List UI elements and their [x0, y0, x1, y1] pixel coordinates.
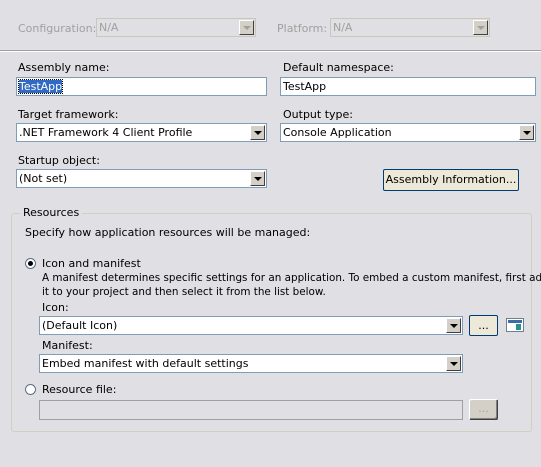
default-namespace-field[interactable]: TestApp [280, 77, 536, 96]
startup-object-label: Startup object: [18, 154, 100, 167]
chevron-down-icon [254, 177, 262, 181]
platform-dropdown[interactable]: N/A [330, 18, 490, 37]
chevron-down-icon [450, 324, 458, 328]
icon-and-manifest-radio[interactable] [25, 258, 36, 269]
output-type-label: Output type: [283, 108, 353, 121]
target-framework-dropdown-button[interactable] [250, 125, 265, 140]
header-separator [0, 50, 541, 52]
target-framework-label: Target framework: [18, 108, 119, 121]
resources-description: Specify how application resources will b… [25, 226, 311, 239]
assembly-name-value: TestApp [17, 79, 64, 94]
icon-and-manifest-label[interactable]: Icon and manifest [42, 257, 141, 270]
platform-value: N/A [333, 21, 353, 34]
resource-file-browse-button[interactable]: ... [469, 399, 498, 420]
default-namespace-label: Default namespace: [283, 61, 394, 74]
manifest-dropdown[interactable]: Embed manifest with default settings [39, 354, 463, 373]
manifest-dropdown-button[interactable] [446, 356, 461, 371]
configuration-dropdown[interactable]: N/A [96, 18, 256, 37]
resources-legend: Resources [20, 206, 83, 219]
icon-browse-button[interactable]: ... [469, 315, 498, 336]
icon-label: Icon: [42, 301, 69, 314]
chevron-down-icon [243, 26, 251, 30]
radio-selected-dot [28, 261, 33, 266]
target-framework-dropdown[interactable]: .NET Framework 4 Client Profile [16, 123, 267, 142]
target-framework-value: .NET Framework 4 Client Profile [19, 126, 193, 139]
manifest-description-line1: A manifest determines specific settings … [42, 272, 541, 284]
icon-preview-block [516, 324, 521, 330]
icon-dropdown-button[interactable] [446, 318, 461, 333]
platform-label: Platform: [277, 22, 328, 35]
application-icon-preview [506, 318, 524, 332]
platform-dropdown-button[interactable] [473, 20, 488, 35]
resource-file-label[interactable]: Resource file: [42, 383, 116, 396]
startup-object-dropdown[interactable]: (Not set) [16, 169, 267, 188]
icon-dropdown[interactable]: (Default Icon) [39, 316, 463, 335]
output-type-value: Console Application [283, 126, 392, 139]
manifest-label: Manifest: [42, 339, 93, 352]
assembly-information-button[interactable]: Assembly Information... [383, 169, 519, 191]
startup-object-value: (Not set) [19, 172, 68, 185]
chevron-down-icon [523, 131, 531, 135]
configuration-label: Configuration: [18, 22, 97, 35]
output-type-dropdown-button[interactable] [519, 125, 534, 140]
resource-file-radio[interactable] [25, 384, 36, 395]
configuration-value: N/A [99, 21, 119, 34]
application-properties-page: { "config_bar": { "configuration_label":… [0, 0, 541, 467]
default-namespace-value: TestApp [283, 80, 327, 93]
resource-file-field[interactable] [39, 400, 463, 420]
chevron-down-icon [254, 131, 262, 135]
assembly-name-label: Assembly name: [18, 61, 110, 74]
icon-value: (Default Icon) [42, 319, 118, 332]
manifest-description-line2: it to your project and then select it fr… [42, 286, 326, 298]
chevron-down-icon [477, 26, 485, 30]
icon-preview-titlebar [508, 320, 522, 323]
configuration-dropdown-button[interactable] [239, 20, 254, 35]
startup-object-dropdown-button[interactable] [250, 171, 265, 186]
assembly-name-field[interactable]: TestApp [16, 77, 267, 96]
manifest-value: Embed manifest with default settings [42, 357, 249, 370]
output-type-dropdown[interactable]: Console Application [280, 123, 536, 142]
chevron-down-icon [450, 362, 458, 366]
